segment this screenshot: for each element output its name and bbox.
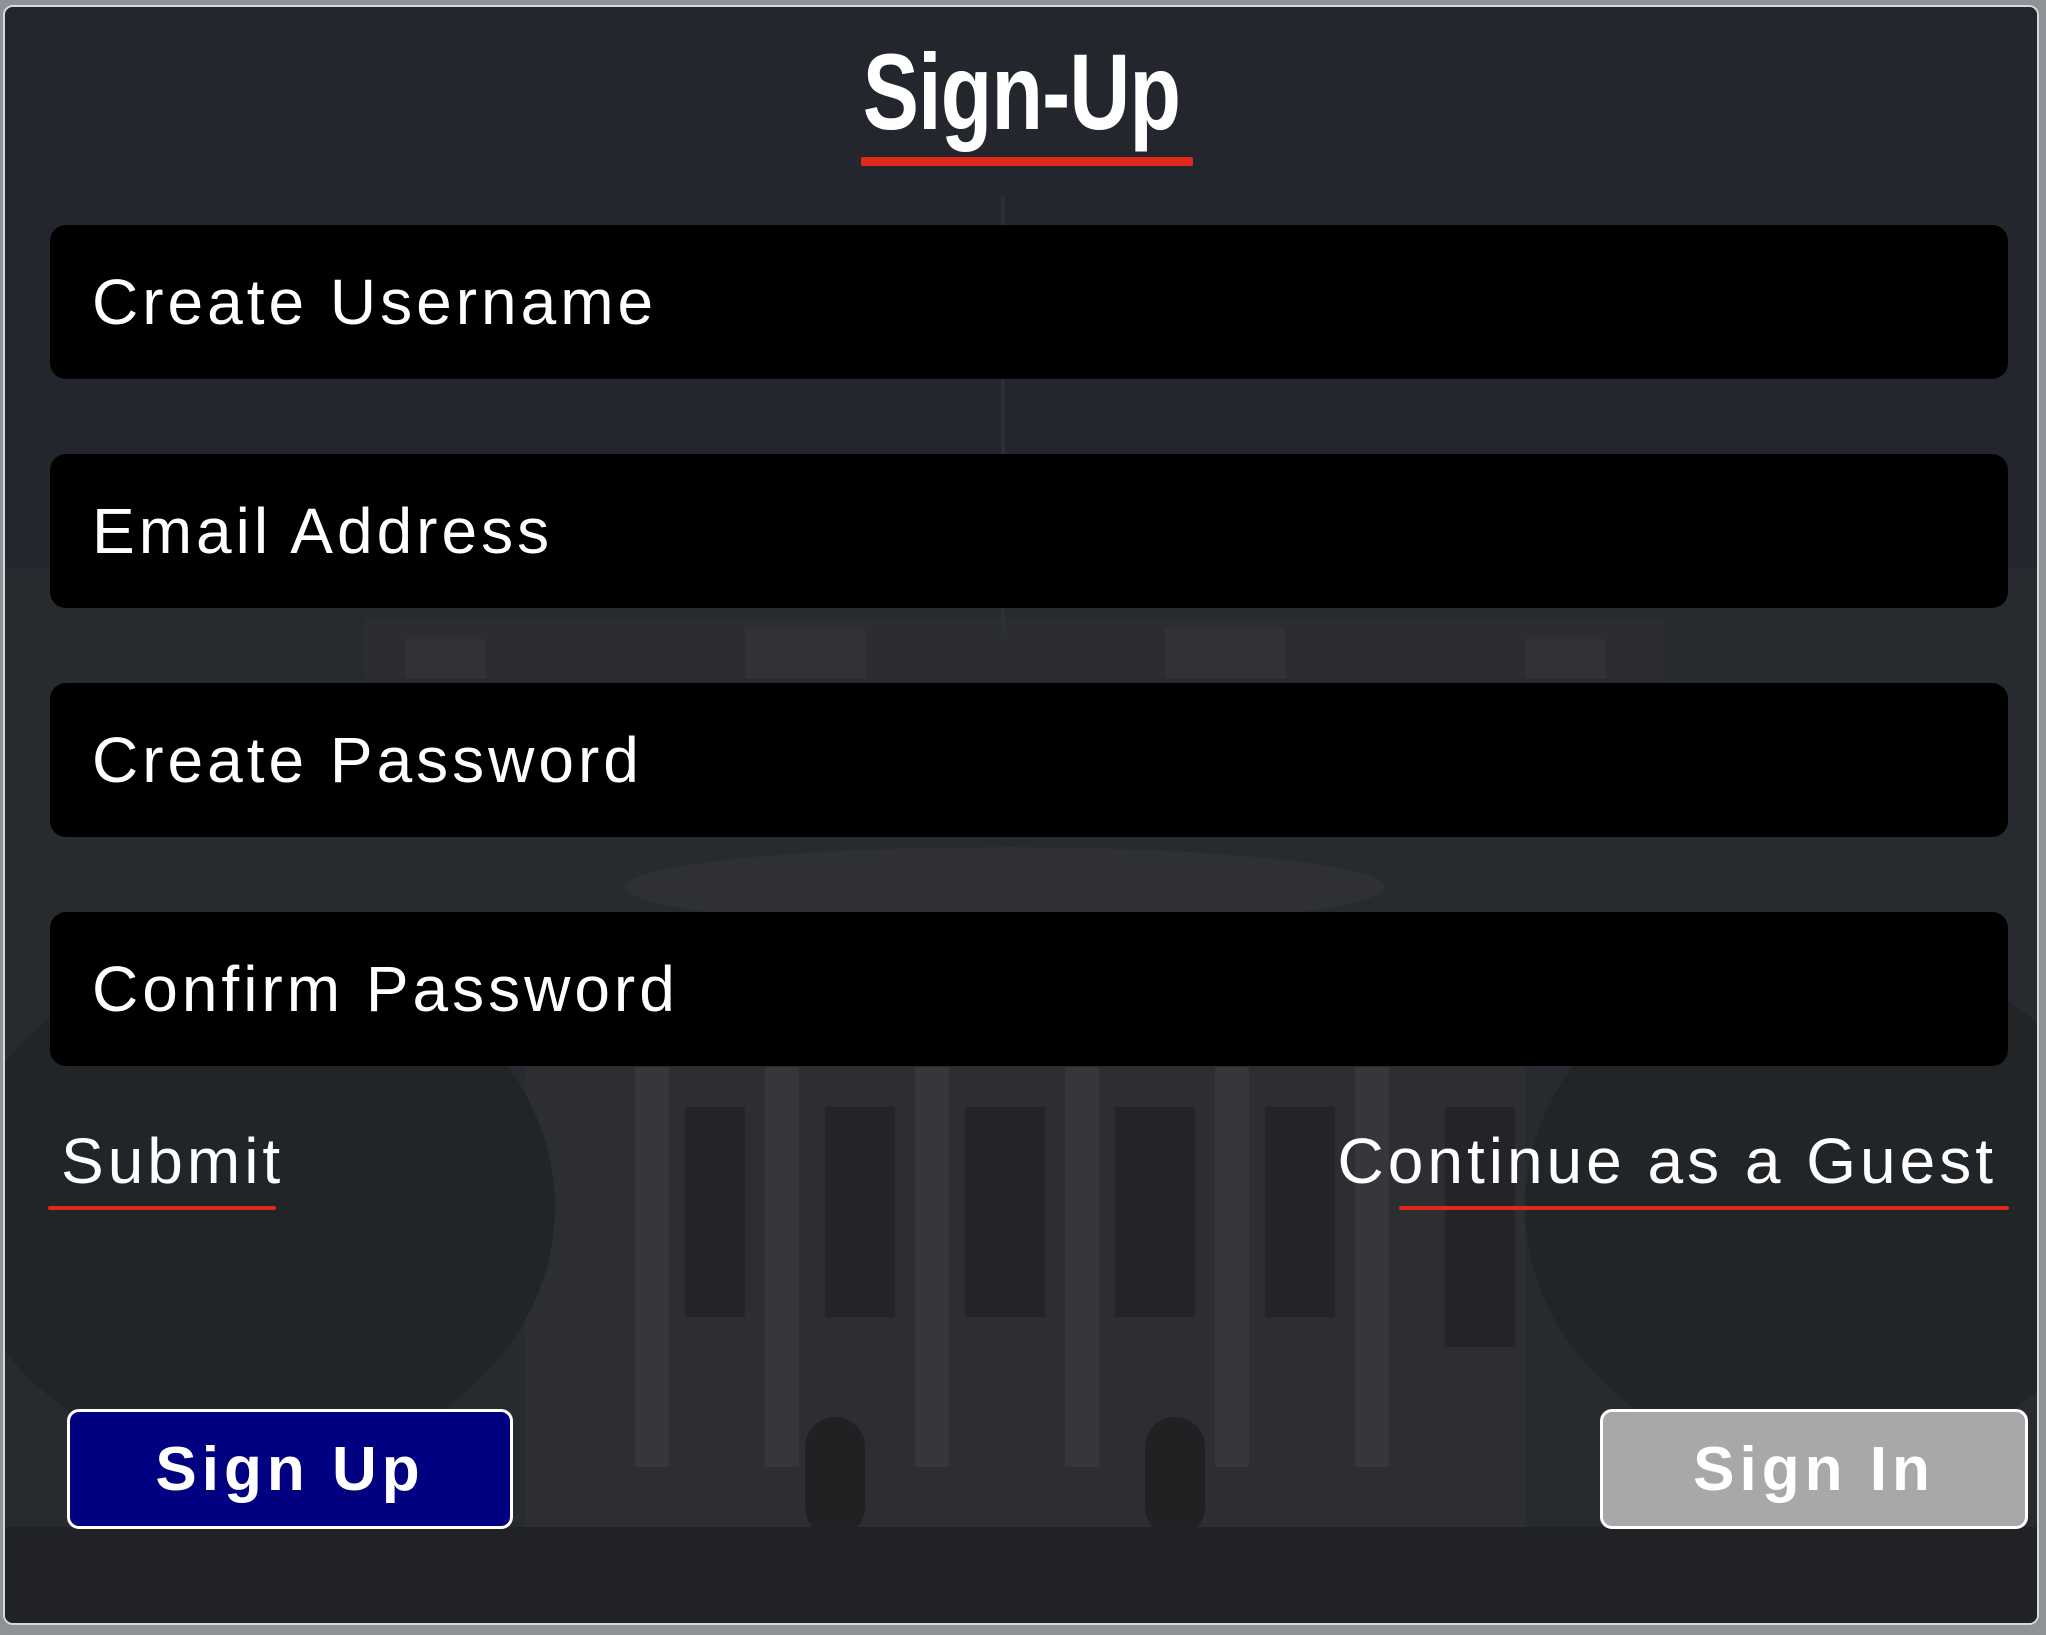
signup-panel: Sign-Up Submit Continue as a Guest Sign …: [3, 5, 2039, 1625]
guest-underline: [1399, 1206, 2009, 1210]
username-field[interactable]: [50, 225, 2008, 379]
sign-in-button[interactable]: Sign In: [1600, 1409, 2028, 1529]
title-underline: [861, 157, 1193, 166]
username-input[interactable]: [90, 264, 2008, 340]
page-title: Sign-Up: [862, 31, 1180, 152]
confirm-password-input[interactable]: [90, 951, 2008, 1027]
email-field[interactable]: [50, 454, 2008, 608]
confirm-password-field[interactable]: [50, 912, 2008, 1066]
password-input[interactable]: [90, 722, 2008, 798]
title-container: Sign-Up: [5, 37, 2037, 147]
submit-link[interactable]: Submit: [61, 1123, 284, 1199]
sign-up-button-label: Sign Up: [155, 1434, 425, 1504]
submit-underline: [48, 1206, 276, 1210]
password-field[interactable]: [50, 683, 2008, 837]
sign-up-button[interactable]: Sign Up: [67, 1409, 513, 1529]
email-input[interactable]: [90, 493, 2008, 569]
continue-as-guest-link[interactable]: Continue as a Guest: [1338, 1123, 1997, 1199]
sign-in-button-label: Sign In: [1693, 1434, 1935, 1504]
